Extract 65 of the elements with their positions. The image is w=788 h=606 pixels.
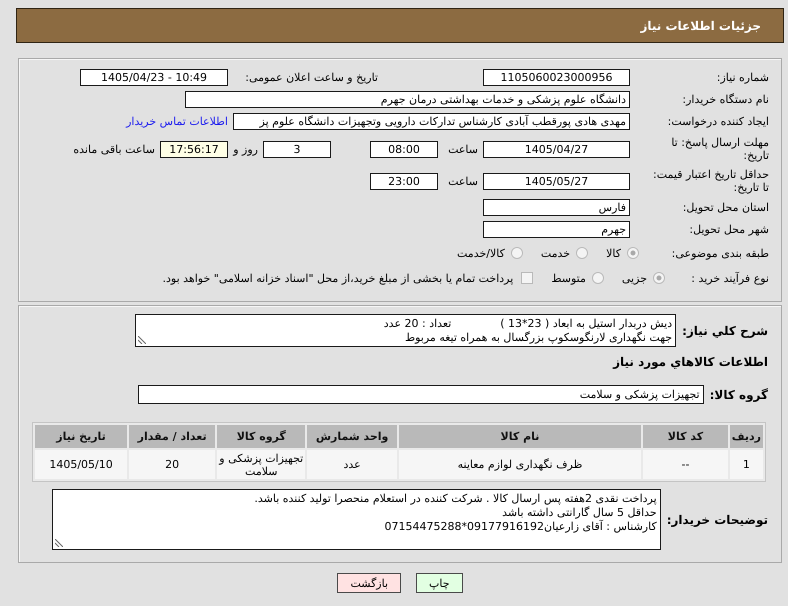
radio-icon[interactable] bbox=[592, 272, 604, 284]
validity-date-field[interactable]: 1405/05/27 bbox=[483, 172, 630, 190]
announce-date-label: تاریخ و ساعت اعلان عمومی: bbox=[244, 70, 378, 84]
category-label: طبقه بندی موضوعی: bbox=[670, 246, 770, 260]
radio-icon[interactable] bbox=[576, 247, 588, 259]
days-left-field[interactable]: 3 bbox=[263, 140, 331, 158]
radio-label: متوسط bbox=[551, 272, 586, 284]
radio-label: جزیی bbox=[622, 272, 647, 284]
buyer-contact-link[interactable]: اطلاعات تماس خریدار bbox=[126, 114, 228, 128]
column-header: ردیف bbox=[730, 425, 763, 448]
column-header: کد کالا bbox=[643, 425, 728, 448]
need-number-label: شماره نیاز: bbox=[716, 70, 770, 84]
table-cell: 20 bbox=[129, 450, 216, 479]
buyer-notes-label: توضیحات خریدار: bbox=[666, 512, 769, 526]
time-label: ساعت bbox=[447, 174, 479, 188]
description-field[interactable]: دیش دربدار استیل به ابعاد ( 23*13 ) تعداد : 20 عدد جهت نگهداری لارنگوسکوپ بزرگسال به همراه تیغه مربوط bbox=[135, 314, 676, 347]
purchase-type-label: نوع فرآیند خرید : bbox=[690, 272, 770, 284]
buyer-org-field[interactable]: دانشگاه علوم پزشکی و خدمات بهداشتی درمان جهرم bbox=[185, 90, 630, 108]
price-validity-label: حداقل تاریخ اعتبار قیمت: تا تاریخ: bbox=[652, 168, 770, 194]
validity-time-field[interactable]: 23:00 bbox=[370, 172, 438, 190]
table-cell: ظرف نگهداری لوازم معاینه bbox=[398, 450, 642, 479]
announce-date-field[interactable]: 1405/04/23 - 10:49 bbox=[80, 68, 228, 86]
deadline-date-field[interactable]: 1405/04/27 bbox=[483, 140, 630, 158]
radio-label: کالا/خدمت bbox=[457, 246, 505, 260]
time-left-label: ساعت باقی مانده bbox=[73, 142, 156, 156]
table-cell: 1405/05/10 bbox=[35, 450, 128, 479]
goods-group-field[interactable]: تجهیزات پزشکی و سلامت bbox=[138, 385, 704, 404]
column-header: واحد شمارش bbox=[307, 425, 397, 448]
back-button[interactable]: بازگشت bbox=[337, 573, 402, 593]
buyer-notes-field[interactable]: پرداخت نقدی 2هفته پس ارسال کالا . شرکت کننده در استعلام منحصرا تولید کننده باشد. حداقل 5 سال گارانتی داشته باشد کارشناس : آقای زارعیان09177916192*07154475288 bbox=[52, 489, 661, 550]
days-label: روز و bbox=[232, 142, 259, 156]
table-cell: 1 bbox=[730, 450, 763, 479]
radio-label: خدمت bbox=[540, 246, 570, 260]
table-cell: عدد bbox=[307, 450, 397, 479]
section-title: اطلاعات كالاهاي مورد نياز bbox=[612, 355, 769, 370]
resize-grip-icon[interactable] bbox=[55, 539, 63, 547]
table-cell: تجهیزات پزشکی و سلامت bbox=[217, 450, 306, 479]
time-label: ساعت bbox=[447, 142, 479, 156]
radio-label: کالا bbox=[606, 246, 621, 260]
description-label: شرح کلي نیاز: bbox=[681, 324, 769, 338]
radio-icon[interactable] bbox=[510, 247, 523, 259]
table-cell: -- bbox=[643, 450, 728, 479]
resize-grip-icon[interactable] bbox=[138, 336, 146, 344]
requester-field[interactable]: مهدی هادی پورقطب آبادی کارشناس تدارکات دارویی وتجهیزات دانشگاه علوم پز bbox=[233, 112, 630, 130]
goods-group-label: گروه کالا: bbox=[708, 388, 769, 402]
time-left-field[interactable]: 17:56:17 bbox=[160, 140, 228, 158]
radio-icon[interactable] bbox=[627, 247, 639, 259]
requester-label: ایجاد کننده درخواست: bbox=[666, 114, 770, 128]
column-header: تاریخ نیاز bbox=[35, 425, 128, 448]
province-field[interactable]: فارس bbox=[483, 198, 630, 216]
need-number-field[interactable]: 1105060023000956 bbox=[483, 68, 630, 86]
column-header: تعداد / مقدار bbox=[129, 425, 216, 448]
city-label: شهر محل تحویل: bbox=[688, 222, 770, 236]
checkbox-label: پرداخت تمام یا بخشی از مبلغ خرید،از محل "اسناد خزانه اسلامی" خواهد بود. bbox=[162, 272, 514, 284]
column-header: گروه کالا bbox=[217, 425, 306, 448]
radio-icon[interactable] bbox=[653, 272, 665, 284]
response-deadline-label: مهلت ارسال پاسخ: تا تاریخ: bbox=[670, 136, 770, 162]
deadline-time-field[interactable]: 08:00 bbox=[370, 140, 438, 158]
print-button[interactable]: چاپ bbox=[416, 573, 463, 593]
city-field[interactable]: جهرم bbox=[483, 220, 630, 238]
column-header: نام کالا bbox=[398, 425, 642, 448]
checkbox[interactable] bbox=[521, 272, 534, 284]
buyer-org-label: نام دستگاه خریدار: bbox=[681, 92, 770, 106]
province-label: استان محل تحویل: bbox=[682, 200, 770, 214]
page-title: جزئیات اطلاعات نیاز bbox=[640, 18, 761, 32]
